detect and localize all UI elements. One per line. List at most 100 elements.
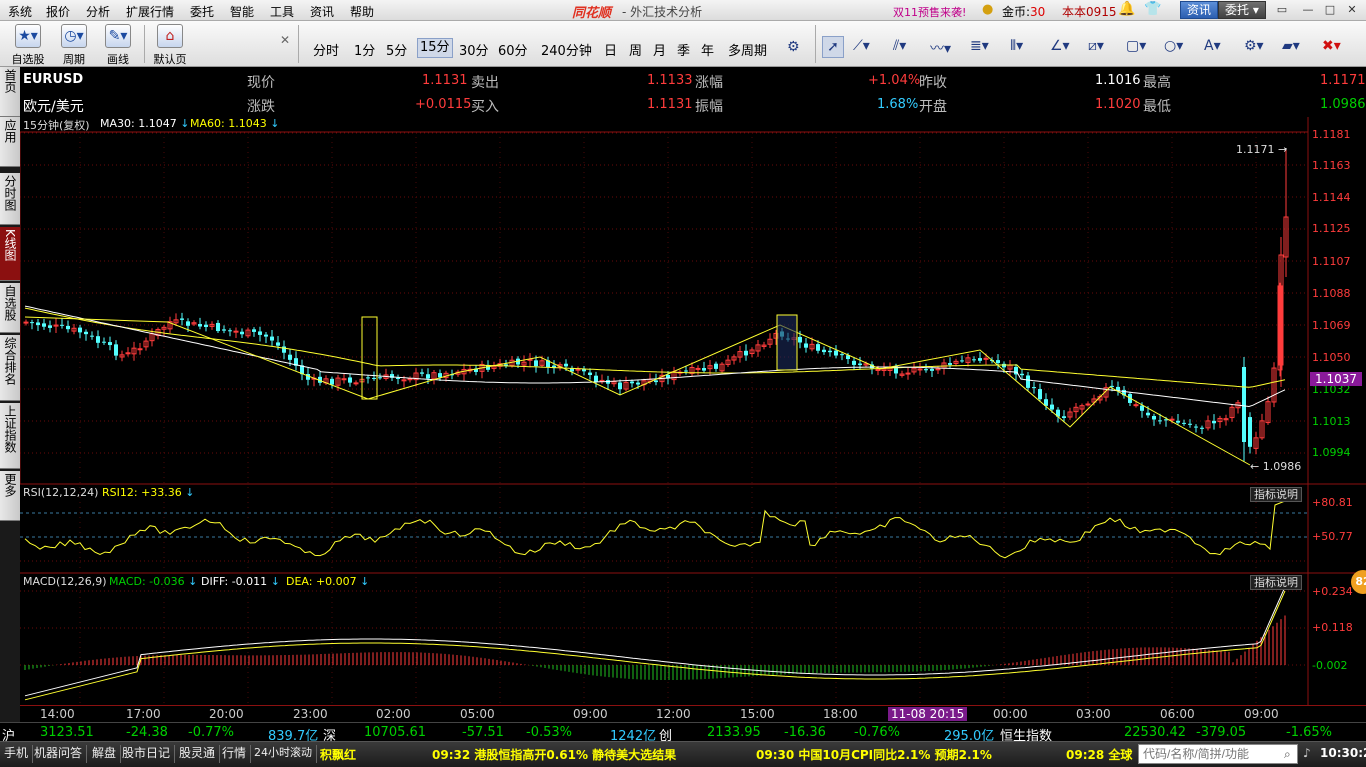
- status-tab-quote[interactable]: 行情: [218, 745, 252, 763]
- menu-extended[interactable]: 扩展行情: [126, 3, 174, 20]
- tab-apps[interactable]: 应用: [0, 117, 20, 167]
- line-tool-icon[interactable]: ⟋▾: [853, 38, 870, 54]
- status-tab-24h[interactable]: 24小时滚动: [250, 745, 317, 763]
- collapse-icon[interactable]: ✕: [280, 33, 290, 47]
- value-high: 1.1171: [1320, 73, 1366, 88]
- menu-help[interactable]: 帮助: [350, 3, 374, 20]
- text-tool-icon[interactable]: A▾: [1204, 38, 1221, 54]
- news-button[interactable]: 资讯: [1180, 1, 1219, 19]
- delete-icon[interactable]: ✖▾: [1322, 38, 1341, 54]
- bars-icon[interactable]: ⦀▾: [1010, 38, 1023, 54]
- menu-system[interactable]: 系统: [8, 3, 32, 20]
- rsi-explain-button[interactable]: 指标说明: [1250, 487, 1302, 502]
- macd-ytick: +0.118: [1312, 621, 1353, 634]
- window-title: - 外汇技术分析: [622, 5, 703, 19]
- news-ticker[interactable]: 积飘红 09:32 港股恒指高开0.61% 静待美大选结果 09:30 中国10…: [320, 742, 1135, 767]
- menu-news[interactable]: 资讯: [310, 3, 334, 20]
- high-marker: 1.1171 →: [1236, 143, 1288, 156]
- status-tab-robot-qa[interactable]: 机器问答: [30, 745, 88, 763]
- status-tab-analysis[interactable]: 解盘: [88, 745, 122, 763]
- time-axis: 14:00 17:00 20:00 23:00 02:00 05:00 09:0…: [20, 705, 1366, 722]
- period-15min[interactable]: 15分: [417, 38, 453, 58]
- ticker-item[interactable]: 09:28 全球: [1066, 746, 1132, 763]
- candle-body: [654, 380, 658, 383]
- watchlist-button[interactable]: ★▾ 自选股: [6, 23, 50, 66]
- period-240min[interactable]: 240分钟: [541, 40, 592, 59]
- wave-icon[interactable]: 〰▾: [930, 38, 951, 58]
- angle-icon[interactable]: ∠▾: [1050, 38, 1070, 54]
- maximize-icon[interactable]: □: [1320, 2, 1340, 18]
- candle-body: [1026, 375, 1030, 388]
- rsi-ytick: +50.77: [1312, 530, 1353, 543]
- period-5min[interactable]: 5分: [386, 40, 407, 59]
- period-timeshare[interactable]: 分时: [313, 40, 339, 59]
- period-month[interactable]: 月: [653, 40, 666, 59]
- period-week[interactable]: 周: [629, 40, 642, 59]
- chart-area[interactable]: 15分钟(复权) MA30: 1.1047 ↓ MA60: 1.1043 ↓ 1…: [20, 117, 1366, 705]
- candle-body: [372, 377, 376, 379]
- code-search-input[interactable]: [1138, 744, 1298, 764]
- period-season[interactable]: 季: [677, 40, 690, 59]
- tab-shanghai-index[interactable]: 上证指数: [0, 403, 20, 469]
- tab-home[interactable]: 首页: [0, 67, 20, 117]
- tab-timeshare[interactable]: 分时图: [0, 173, 20, 225]
- tab-ranking[interactable]: 综合排名: [0, 335, 20, 401]
- parallel-line-icon[interactable]: ⫽▾: [893, 38, 906, 54]
- trade-button[interactable]: 委托 ▾: [1218, 1, 1266, 19]
- clock-icon: ◷▾: [61, 24, 87, 48]
- menu-analysis[interactable]: 分析: [86, 3, 110, 20]
- restore-icon[interactable]: ▭: [1272, 2, 1292, 18]
- time-tick: 02:00: [376, 707, 411, 721]
- promo-link[interactable]: 双11预售来袭!: [893, 4, 966, 20]
- menu-trade[interactable]: 委托: [190, 3, 214, 20]
- bell-icon[interactable]: 🔔: [1118, 1, 1135, 17]
- ticker-item[interactable]: 09:30 中国10月CPI同比2.1% 预期2.1%: [756, 746, 992, 763]
- status-tab-gulingtong[interactable]: 股灵通: [175, 745, 221, 763]
- period-60min[interactable]: 60分: [498, 40, 528, 59]
- tab-watchlist[interactable]: 自选股: [0, 283, 20, 333]
- period-year[interactable]: 年: [701, 40, 714, 59]
- candle-body: [258, 331, 262, 335]
- candle-body: [240, 331, 244, 335]
- period-30min[interactable]: 30分: [459, 40, 489, 59]
- index-price: 10705.61: [364, 725, 427, 740]
- candle-body: [137, 348, 143, 351]
- ticker-item[interactable]: 09:32 港股恒指高开0.61% 静待美大选结果: [432, 746, 676, 763]
- search-icon[interactable]: ⌕: [1284, 747, 1291, 762]
- gear-icon[interactable]: ⚙: [787, 39, 800, 55]
- chart-canvas[interactable]: [20, 117, 1366, 705]
- drawline-button[interactable]: ✎▾ 画线: [96, 23, 140, 66]
- cursor-icon[interactable]: ➚: [822, 36, 844, 58]
- bookmark-icon[interactable]: ▰▾: [1282, 38, 1300, 54]
- label-chgpct: 涨幅: [695, 75, 723, 91]
- rect-icon[interactable]: ▢▾: [1126, 38, 1146, 54]
- candle-body: [684, 370, 688, 372]
- period-1min[interactable]: 1分: [354, 40, 375, 59]
- volume-icon[interactable]: ♪: [1303, 746, 1311, 760]
- label-sell: 卖出: [471, 75, 499, 91]
- period-day[interactable]: 日: [604, 40, 617, 59]
- candle-body: [204, 324, 208, 327]
- default-page-button[interactable]: ⌂ 默认页: [148, 23, 192, 66]
- period-button[interactable]: ◷▾ 周期: [52, 23, 96, 66]
- status-tab-diary[interactable]: 股市日记: [118, 745, 176, 763]
- menu-tools[interactable]: 工具: [270, 3, 294, 20]
- settings-icon[interactable]: ⚙▾: [1244, 38, 1264, 54]
- minimize-icon[interactable]: —: [1298, 2, 1318, 18]
- username[interactable]: 本本0915: [1062, 3, 1117, 20]
- menu-smart[interactable]: 智能: [230, 3, 254, 20]
- circle-icon[interactable]: ○▾: [1164, 38, 1183, 54]
- tab-kline[interactable]: K线图: [0, 227, 20, 281]
- period-multi[interactable]: 多周期: [728, 40, 767, 59]
- shirt-icon[interactable]: 👕: [1144, 1, 1161, 17]
- rsi-value: RSI12: +33.36 ↓: [102, 486, 195, 499]
- menu-quote[interactable]: 报价: [46, 3, 70, 20]
- close-icon[interactable]: ✕: [1342, 2, 1362, 18]
- channel-icon[interactable]: ⧄▾: [1088, 38, 1104, 54]
- ma30-line: [24, 305, 1286, 408]
- tab-more[interactable]: 更多: [0, 471, 20, 521]
- status-tab-mobile[interactable]: 手机: [0, 745, 34, 763]
- macd-explain-button[interactable]: 指标说明: [1250, 575, 1302, 590]
- ticker-item[interactable]: 积飘红: [320, 746, 356, 763]
- fibonacci-icon[interactable]: ≣▾: [970, 38, 989, 54]
